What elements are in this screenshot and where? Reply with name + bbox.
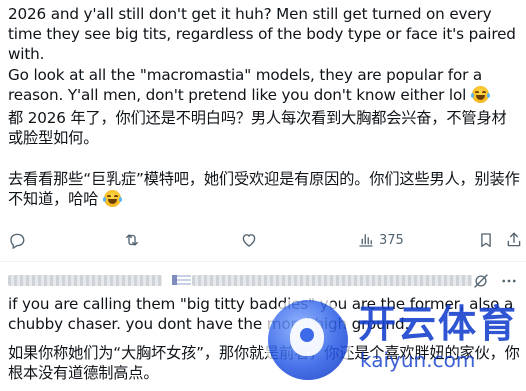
reply-button[interactable] [8,226,26,254]
repost-button[interactable] [123,226,141,254]
post-paragraph-4: 去看看那些“巨乳症”模特吧，她们受欢迎是有原因的。你们这些男人，别装作不知道，哈… [8,169,520,209]
watermark-ball-icon [268,300,348,380]
like-button[interactable] [240,226,258,254]
share-button[interactable] [505,226,523,254]
tears-of-joy-emoji-icon [102,190,122,207]
post-paragraph-1: 2026 and y'all still don't get it huh? M… [8,5,516,63]
bookmark-button[interactable] [477,226,495,254]
post-divider [0,261,526,262]
views-button[interactable]: 375 [357,226,404,254]
share-icon [507,232,521,247]
like-icon [242,234,256,247]
post-action-bar: 375 [0,226,526,254]
post-paragraph-2: Go look at all the "macromastia" models,… [8,65,520,105]
views-icon [359,234,373,247]
flag-icon [172,275,191,285]
grok-icon[interactable] [472,272,490,290]
redacted-author-handle[interactable] [192,275,472,286]
post-paragraph-2-text: Go look at all the "macromastia" models,… [8,66,483,104]
more-icon[interactable] [500,272,518,290]
views-count: 375 [379,232,404,248]
post-paragraph-3: 都 2026 年了，你们还是不明白吗？男人每次看到大胸都会兴奋，不管身材或脸型如… [8,109,507,147]
repost-icon [126,234,138,246]
reply-icon [10,233,25,249]
watermark-logo: 开云体育 kaiyun.com [248,296,526,386]
tears-of-joy-emoji-icon [470,86,490,103]
bookmark-icon [481,233,491,248]
post-paragraph-4-text: 去看看那些“巨乳症”模特吧，她们受欢迎是有原因的。你们这些男人，别装作不知道，哈… [8,170,520,208]
watermark-title: 开云体育 [358,302,519,346]
redacted-author-name[interactable] [8,275,162,286]
watermark-subtitle: kaiyun.com [360,348,476,372]
reply-header [8,270,520,292]
